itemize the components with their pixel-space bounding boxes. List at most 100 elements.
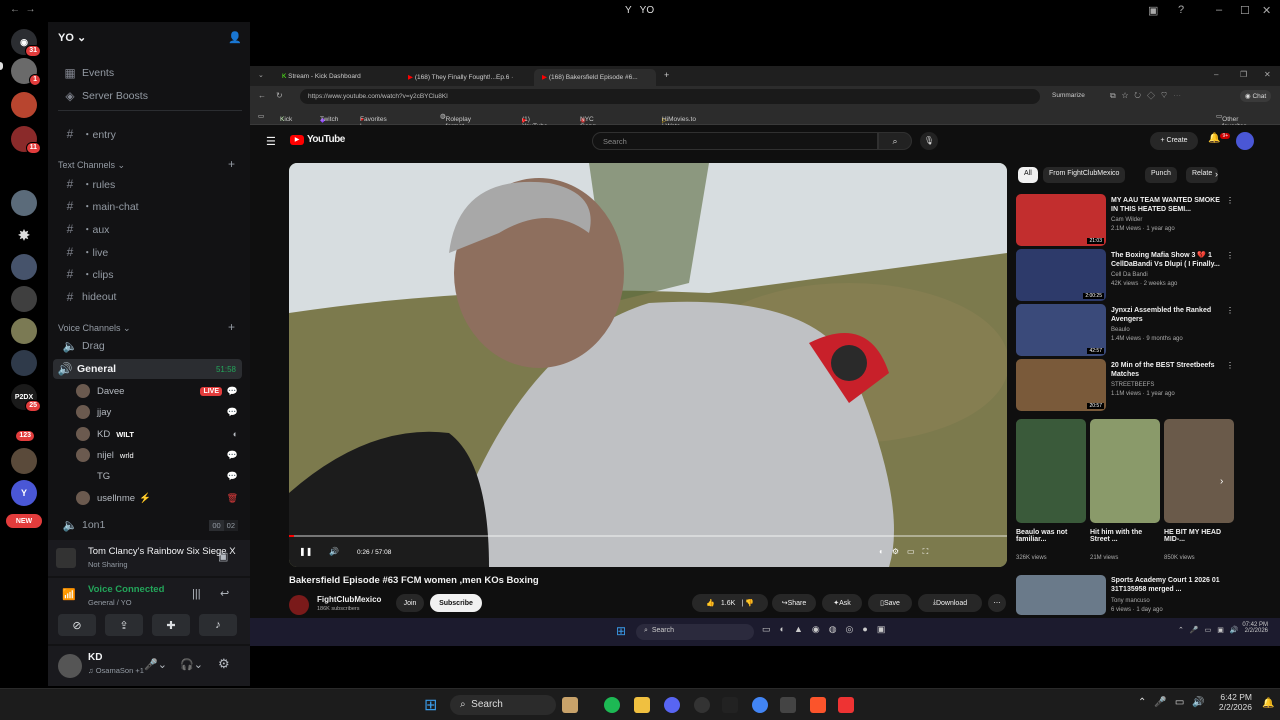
rec-title[interactable]: Sports Academy Court 1 2026 01 31T135958… bbox=[1111, 576, 1221, 594]
soundboard-button[interactable]: ♪ bbox=[199, 614, 237, 636]
channel-rules[interactable]: # ・rules bbox=[58, 174, 242, 194]
minimize-icon[interactable]: – bbox=[1216, 4, 1222, 16]
player-controls-right[interactable]: ◐⚙▭⛶ bbox=[879, 547, 936, 557]
channel-hideout[interactable]: # hideout bbox=[58, 287, 242, 307]
server-yo-icon[interactable]: Y bbox=[11, 480, 37, 506]
chevron-right-icon[interactable]: › bbox=[1220, 476, 1223, 487]
voice-user[interactable]: usellnme ⚡ 🗑 bbox=[76, 488, 242, 508]
ask-button[interactable]: ✦ Ask bbox=[822, 594, 862, 612]
rec-thumbnail[interactable]: 21:03 bbox=[1016, 194, 1106, 246]
search-input[interactable]: Search bbox=[592, 132, 878, 150]
menu-icon[interactable]: ☰ bbox=[266, 135, 276, 148]
like-dislike-button[interactable]: 👍 1.6K | 👎 bbox=[692, 594, 768, 612]
notifications-icon[interactable]: 🔔 9+ bbox=[1208, 133, 1231, 144]
star-icon[interactable]: ✸ bbox=[11, 222, 37, 248]
add-channel-icon[interactable]: + bbox=[228, 320, 235, 334]
kebab-icon[interactable]: ⋮ bbox=[1226, 306, 1234, 315]
youtube-logo[interactable]: ▶ YouTube bbox=[290, 134, 345, 145]
channel-main-chat[interactable]: # ・main-chat bbox=[58, 196, 242, 216]
activities-button[interactable]: ✚ bbox=[152, 614, 190, 636]
server-icon[interactable]: 11 bbox=[11, 126, 41, 154]
save-button[interactable]: ▯ Save bbox=[868, 594, 912, 612]
chat-button[interactable]: ◉ Chat bbox=[1240, 90, 1272, 102]
add-channel-icon[interactable]: + bbox=[228, 157, 235, 171]
channel-aux[interactable]: # ・aux bbox=[58, 219, 242, 239]
chevron-right-icon[interactable]: › bbox=[1215, 169, 1218, 179]
server-boosts-link[interactable]: ◈ Server Boosts bbox=[58, 86, 242, 106]
voice-channel-drag[interactable]: 🔈 Drag bbox=[58, 336, 242, 356]
windows-start-icon[interactable]: ⊞ bbox=[424, 695, 437, 715]
tab-youtube-fought[interactable]: ▶ (168) They Finally Fought!...Ep.6 · bbox=[400, 69, 534, 86]
rec-title[interactable]: 20 Min of the BEST Streetbeefs Matches bbox=[1111, 361, 1221, 379]
channel-clips[interactable]: # ・clips bbox=[58, 264, 242, 284]
screen-share-button[interactable]: ⇪ bbox=[105, 614, 143, 636]
tab-kick-dashboard[interactable]: K Stream - Kick Dashboard bbox=[274, 69, 400, 86]
windows-start-icon[interactable]: ⊞ bbox=[616, 624, 626, 638]
download-button[interactable]: ⤓ Download bbox=[918, 594, 982, 612]
camera-off-button[interactable]: ⊘ bbox=[58, 614, 96, 636]
other-favorites[interactable]: ▭ Other favorites bbox=[1216, 112, 1247, 130]
join-button[interactable]: Join bbox=[396, 594, 424, 612]
minimize-icon[interactable]: – bbox=[1214, 70, 1218, 79]
invite-icon[interactable]: 👤 bbox=[228, 31, 242, 44]
voice-location[interactable]: General / YO bbox=[88, 598, 132, 607]
headphones-icon[interactable]: 🎧⌄ bbox=[180, 658, 203, 671]
chip-all[interactable]: All bbox=[1018, 167, 1038, 183]
help-icon[interactable]: ? bbox=[1178, 4, 1184, 16]
taskbar-search[interactable]: ⌕ Search bbox=[450, 695, 556, 715]
discord-home-icon[interactable]: ◉ 31 bbox=[11, 29, 41, 57]
server-icon[interactable]: 1 bbox=[11, 58, 41, 86]
spotify-icon[interactable] bbox=[604, 697, 620, 713]
screen-share-icon[interactable]: ▣ bbox=[218, 550, 228, 563]
taskbar-search[interactable]: ⌕ Search bbox=[636, 624, 754, 640]
account-avatar[interactable] bbox=[1236, 132, 1254, 150]
apps-icon[interactable]: ▭ bbox=[258, 112, 264, 120]
voice-user[interactable]: nijel wrld 💬 bbox=[76, 445, 242, 465]
new-badge[interactable]: NEW bbox=[6, 514, 42, 528]
server-icon[interactable]: 123 bbox=[11, 420, 37, 446]
app-icon[interactable] bbox=[694, 697, 710, 713]
rec-title[interactable]: MY AAU TEAM WANTED SMOKE IN THIS HEATED … bbox=[1111, 196, 1221, 214]
maximize-icon[interactable]: ☐ bbox=[1240, 4, 1250, 17]
tab-menu-icon[interactable]: ⌄ bbox=[258, 71, 264, 79]
chip-punch[interactable]: Punch bbox=[1145, 167, 1177, 183]
server-icon[interactable]: P2DX 25 bbox=[11, 384, 41, 412]
server-icon[interactable] bbox=[11, 92, 37, 118]
inbox-icon[interactable]: ▣ bbox=[1148, 4, 1158, 17]
brave-icon[interactable] bbox=[810, 697, 826, 713]
reload-icon[interactable]: ↻ bbox=[276, 91, 283, 100]
pause-icon[interactable]: ❚❚ bbox=[299, 547, 312, 556]
short-thumbnail[interactable] bbox=[1164, 419, 1234, 523]
voice-search-icon[interactable]: 🎙 bbox=[920, 132, 938, 150]
url-field[interactable]: https://www.youtube.com/watch?v=y2cBYClu… bbox=[300, 89, 1040, 104]
notifications-icon[interactable]: 🔔 bbox=[1262, 698, 1274, 709]
rec-title[interactable]: Jynxzi Assembled the Ranked Avengers bbox=[1111, 306, 1221, 324]
voice-user[interactable]: TG 💬 bbox=[76, 466, 242, 486]
channel-entry[interactable]: # ・entry bbox=[58, 124, 242, 144]
voice-user[interactable]: Davee LIVE 💬 bbox=[76, 381, 242, 401]
rec-thumbnail[interactable] bbox=[1016, 575, 1106, 615]
noise-suppression-icon[interactable]: ||| bbox=[192, 588, 201, 600]
server-icon[interactable] bbox=[11, 448, 37, 474]
chrome-icon[interactable] bbox=[752, 697, 768, 713]
search-button[interactable]: ⌕ bbox=[878, 132, 912, 150]
channel-live[interactable]: # ・live bbox=[58, 242, 242, 262]
kebab-icon[interactable]: ⋮ bbox=[1226, 251, 1234, 260]
close-icon[interactable]: ✕ bbox=[1264, 70, 1271, 79]
rec-thumbnail[interactable]: 2:00:25 bbox=[1016, 249, 1106, 301]
disconnect-icon[interactable]: ↩ bbox=[220, 587, 229, 600]
channel-name[interactable]: FightClubMexico bbox=[317, 595, 381, 604]
server-icon[interactable] bbox=[11, 350, 37, 376]
kebab-icon[interactable]: ⋮ bbox=[1226, 361, 1234, 370]
maximize-icon[interactable]: ❐ bbox=[1240, 70, 1247, 79]
microphone-icon[interactable]: 🎤⌄ bbox=[144, 658, 167, 671]
rec-thumbnail[interactable]: 42:57 bbox=[1016, 304, 1106, 356]
share-button[interactable]: ↪ Share bbox=[772, 594, 816, 612]
short-thumbnail[interactable] bbox=[1016, 419, 1086, 523]
back-icon[interactable]: ← bbox=[258, 91, 266, 100]
summarize-button[interactable]: Summarize bbox=[1052, 92, 1085, 99]
rec-title[interactable]: The Boxing Mafia Show 3 💔 1 CellDaBandi … bbox=[1111, 251, 1221, 269]
bookmark[interactable]: ◍ Roleplay format gu... bbox=[440, 112, 471, 137]
system-tray-icons[interactable]: ⌃🎤▭🔊 bbox=[1138, 697, 1213, 708]
close-icon[interactable]: ✕ bbox=[1262, 4, 1271, 17]
